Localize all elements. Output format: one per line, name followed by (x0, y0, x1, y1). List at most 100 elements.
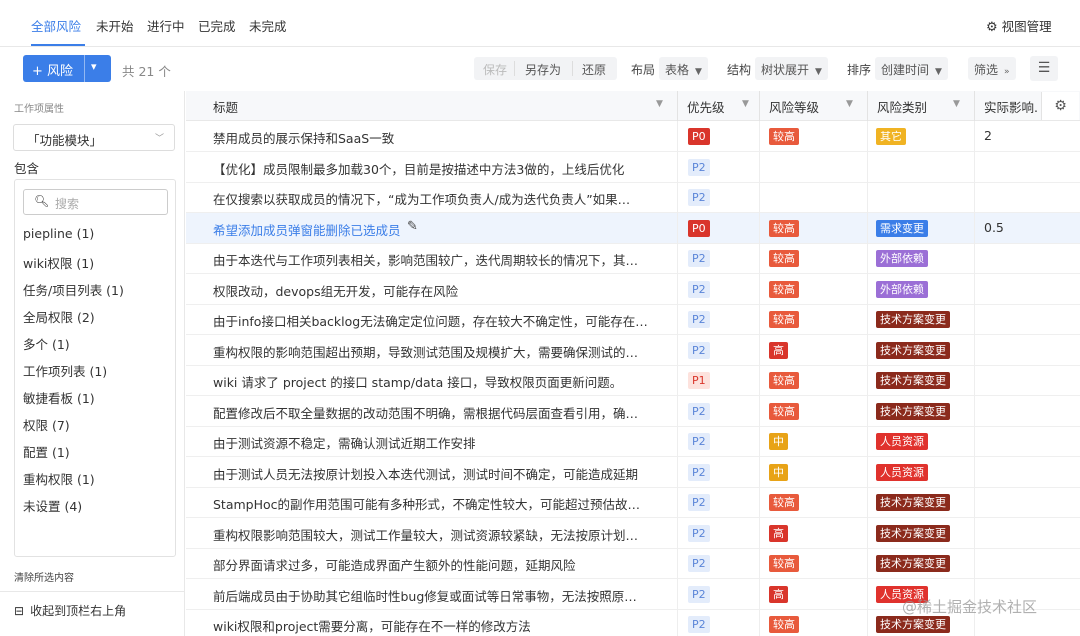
search-input[interactable]: 🔍︎ 搜索 (23, 189, 168, 215)
tab-all-risks[interactable]: 全部风险 (31, 16, 81, 35)
caret-down-icon[interactable]: ▼ (656, 99, 663, 109)
filter-option[interactable]: 多个 (1) (23, 334, 70, 353)
collapse-sidebar-button[interactable]: ⊟ 收起到顶栏右上角 (14, 602, 126, 619)
active-tab-underline (31, 44, 85, 46)
sort-select[interactable]: 创建时间 ▼ (875, 57, 948, 80)
risk-category-badge: 外部依赖 (876, 280, 928, 298)
column-header-risk-level[interactable]: 风险等级 (769, 97, 819, 116)
filter-option[interactable]: 任务/项目列表 (1) (23, 280, 124, 299)
priority-badge: P2 (688, 280, 710, 298)
column-header-priority[interactable]: 优先级 (687, 97, 725, 116)
chevron-down-icon[interactable]: ▾ (91, 60, 97, 73)
risk-title[interactable]: 在仅搜索以获取成员的情况下，“成为工作项负责人/成为迭代负责人”如果… (213, 189, 653, 208)
list-view-button[interactable]: ☰ (1030, 56, 1058, 81)
table-row[interactable]: wiki 请求了 project 的接口 stamp/data 接口，导致权限页… (186, 365, 1080, 396)
cell-divider (759, 273, 760, 305)
risk-title[interactable]: 权限改动，devops组无开发，可能存在风险 (213, 281, 653, 300)
risk-title[interactable]: wiki权限和project需要分离，可能存在不一样的修改方法 (213, 616, 653, 635)
cell-divider (974, 395, 975, 427)
risk-title[interactable]: 希望添加成员弹窗能删除已选成员 (213, 220, 401, 239)
cell-divider (759, 243, 760, 274)
risk-title[interactable]: 重构权限的影响范围超出预期，导致测试范围及规模扩大，需要确保测试的… (213, 342, 653, 361)
add-risk-button[interactable]: + 风险 ▾ (23, 55, 111, 82)
filter-option[interactable]: piepline (1) (23, 226, 94, 241)
filter-option[interactable]: 未设置 (4) (23, 496, 82, 515)
table-row[interactable]: StampHoc的副作用范围可能有多种形式，不确定性较大，可能超过预估故… P2 较… (186, 487, 1080, 518)
filter-button[interactable]: 筛选 » (968, 57, 1016, 80)
risk-title[interactable]: 由于本迭代与工作项列表相关，影响范围较广，迭代周期较长的情况下，其… (213, 250, 653, 269)
column-header-risk-category[interactable]: 风险类别 (877, 97, 927, 116)
restore-button[interactable]: 还原 (582, 61, 606, 78)
risk-title[interactable]: 由于测试人员无法按原计划投入本迭代测试，测试时间不确定，可能造成延期 (213, 464, 653, 483)
table-row[interactable]: 希望添加成员弹窗能删除已选成员 ✎ P0 较高 需求变更 0.5 (186, 212, 1080, 244)
risk-level-badge: 高 (769, 585, 788, 603)
risk-level-badge: 较高 (769, 311, 799, 328)
risk-title[interactable]: 前后端成员由于协助其它组临时性bug修复或面试等日常事物，无法按照原… (213, 586, 653, 605)
tab-not-started[interactable]: 未开始 (96, 16, 134, 35)
filter-option[interactable]: 重构权限 (1) (23, 469, 95, 488)
risk-title[interactable]: 由于info接口相关backlog无法确定定位问题，存在较大不确定性，可能存在… (213, 311, 653, 330)
field-select[interactable]: 「功能模块」 ﹀ (13, 124, 175, 151)
tab-in-progress[interactable]: 进行中 (147, 16, 185, 35)
risk-level-badge: 较高 (769, 250, 799, 267)
filter-option[interactable]: 全局权限 (2) (23, 307, 95, 326)
risk-category-badge: 人员资源 (876, 463, 928, 481)
column-header-actual-impact[interactable]: 实际影响. (984, 97, 1038, 116)
save-as-button[interactable]: 另存为 (525, 61, 561, 78)
layout-select[interactable]: 表格 ▼ (659, 57, 708, 80)
save-button[interactable]: 保存 (483, 61, 507, 78)
caret-down-icon[interactable]: ▼ (953, 99, 960, 109)
tab-incomplete[interactable]: 未完成 (249, 16, 287, 35)
tab-completed[interactable]: 已完成 (198, 16, 236, 35)
cell-divider (677, 517, 678, 549)
pencil-icon[interactable]: ✎ (407, 219, 418, 234)
cell-divider (974, 151, 975, 183)
caret-down-icon[interactable]: ▼ (846, 99, 853, 109)
clear-selection-link[interactable]: 清除所选内容 (14, 569, 74, 584)
risk-title[interactable]: 【优化】成员限制最多加载30个，目前是按描述中方法3做的，上线后优化 (213, 159, 653, 178)
table-row[interactable]: 由于测试人员无法按原计划投入本迭代测试，测试时间不确定，可能造成延期 P2 中 人员资… (186, 456, 1080, 488)
table-row[interactable]: 在仅搜索以获取成员的情况下，“成为工作项负责人/成为迭代负责人”如果… P2 (186, 182, 1080, 213)
divider (514, 61, 515, 76)
risk-title[interactable]: 由于测试资源不稳定，需确认测试近期工作安排 (213, 433, 653, 452)
filter-option[interactable]: 配置 (1) (23, 442, 70, 461)
table-row[interactable]: 配置修改后不取全量数据的改动范围不明确，需根据代码层面查看引用，确… P2 较高 技术… (186, 395, 1080, 427)
filter-option[interactable]: wiki权限 (1) (23, 253, 94, 272)
app: 全部风险 未开始 进行中 已完成 未完成 ⚙ 视图管理 + 风险 ▾ 共 21 个… (0, 0, 1080, 636)
risk-category-badge: 技术方案变更 (876, 402, 950, 420)
cell-divider (974, 304, 975, 335)
column-header-label: 风险类别 (877, 100, 928, 115)
risk-title[interactable]: wiki 请求了 project 的接口 stamp/data 接口，导致权限页… (213, 372, 653, 391)
table-row[interactable]: 重构权限影响范围较大，测试工作量较大，测试资源较紧缺，无法按原计划… P2 高 技术方… (186, 517, 1080, 549)
risk-level-badge: 较高 (769, 555, 799, 572)
cell-divider (867, 456, 868, 488)
table-row[interactable]: 禁用成员的展示保持和SaaS一致 P0 较高 其它 2 (186, 121, 1080, 152)
risk-title[interactable]: 配置修改后不取全量数据的改动范围不明确，需根据代码层面查看引用，确… (213, 403, 653, 422)
risk-title[interactable]: 重构权限影响范围较大，测试工作量较大，测试资源较紧缺，无法按原计划… (213, 525, 653, 544)
risk-title[interactable]: 禁用成员的展示保持和SaaS一致 (213, 128, 653, 147)
table-row[interactable]: 由于测试资源不稳定，需确认测试近期工作安排 P2 中 人员资源 (186, 426, 1080, 457)
table-row[interactable]: 由于本迭代与工作项列表相关，影响范围较广，迭代周期较长的情况下，其… P2 较高 外部… (186, 243, 1080, 274)
view-manager-button[interactable]: ⚙ 视图管理 (986, 16, 1052, 35)
table-row[interactable]: 【优化】成员限制最多加载30个，目前是按描述中方法3做的，上线后优化 P2 (186, 151, 1080, 183)
table-row[interactable]: 权限改动，devops组无开发，可能存在风险 P2 较高 外部依赖 (186, 273, 1080, 305)
table-row[interactable]: 重构权限的影响范围超出预期，导致测试范围及规模扩大，需要确保测试的… P2 高 技术方… (186, 334, 1080, 366)
column-divider (867, 91, 868, 121)
table-row[interactable]: 由于info接口相关backlog无法确定定位问题，存在较大不确定性，可能存在…… (186, 304, 1080, 335)
caret-down-icon[interactable]: ▼ (742, 99, 749, 109)
risk-level-badge: 较高 (769, 128, 799, 145)
view-manager-label: 视图管理 (1001, 19, 1052, 34)
filter-option[interactable]: 敏捷看板 (1) (23, 388, 95, 407)
cell-divider (677, 151, 678, 183)
sort-label: 排序 (847, 63, 872, 77)
structure-select[interactable]: 树状展开 ▼ (755, 57, 828, 80)
column-settings-button[interactable]: ⚙ (1041, 92, 1079, 120)
filter-option[interactable]: 工作项列表 (1) (23, 361, 107, 380)
table-row[interactable]: 部分界面请求过多，可能造成界面产生额外的性能问题，延期风险 P2 较高 技术方案变更 (186, 548, 1080, 579)
risk-category-badge: 人员资源 (876, 433, 928, 450)
chevron-down-icon: ▼ (695, 67, 702, 77)
column-header-title[interactable]: 标题 (213, 97, 238, 116)
risk-title[interactable]: StampHoc的副作用范围可能有多种形式，不确定性较大，可能超过预估故… (213, 494, 653, 513)
filter-option[interactable]: 权限 (7) (23, 415, 70, 434)
risk-title[interactable]: 部分界面请求过多，可能造成界面产生额外的性能问题，延期风险 (213, 555, 653, 574)
